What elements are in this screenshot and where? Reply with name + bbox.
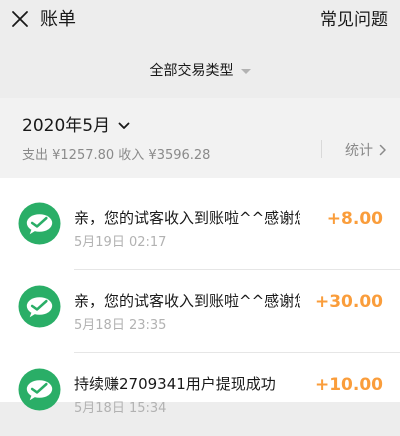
month-totals: 支出 ¥1257.80 收入 ¥3596.28 [22, 148, 211, 163]
divider [74, 269, 400, 270]
stats-button[interactable]: 统计 [345, 140, 387, 160]
month-label: 2020年5月 [22, 116, 111, 136]
transaction-amount: +8.00 [326, 209, 383, 229]
chevron-right-icon [379, 144, 386, 156]
chevron-down-icon [118, 122, 130, 129]
wechat-pay-icon [18, 368, 61, 411]
top-bar: 账单 常见问题 [0, 0, 400, 42]
transaction-title: 亲，您的试客收入到账啦^^感谢您的支持 [74, 292, 300, 310]
month-picker[interactable]: 2020年5月 [22, 115, 130, 137]
transaction-type-label: 全部交易类型 [149, 63, 234, 79]
transaction-amount: +30.00 [314, 292, 383, 312]
close-icon[interactable] [10, 9, 30, 29]
transaction-type-filter: 全部交易类型 [0, 56, 400, 84]
divider [74, 352, 400, 353]
transaction-row[interactable]: 亲，您的试客收入到账啦^^感谢您的支持 5月18日 23:35 +30.00 [0, 271, 400, 353]
wechat-pay-icon [18, 285, 61, 328]
month-summary: 2020年5月 支出 ¥1257.80 收入 ¥3596.28 统计 [0, 98, 400, 178]
transaction-time: 5月19日 02:17 [74, 235, 167, 250]
transaction-amount: +10.00 [314, 375, 383, 395]
caret-down-icon [240, 68, 251, 74]
transaction-time: 5月18日 15:34 [74, 401, 167, 416]
page-title: 账单 [40, 9, 76, 30]
wechat-pay-icon [18, 202, 61, 245]
transaction-title: 亲，您的试客收入到账啦^^感谢您的支持 [74, 209, 300, 227]
transaction-title: 持续赚2709341用户提现成功 [74, 375, 276, 393]
transaction-row[interactable]: 亲，您的试客收入到账啦^^感谢您的支持 5月19日 02:17 +8.00 [0, 188, 400, 270]
transaction-list: 亲，您的试客收入到账啦^^感谢您的支持 5月19日 02:17 +8.00 亲，… [0, 178, 400, 416]
transaction-row[interactable]: 持续赚2709341用户提现成功 5月18日 15:34 +10.00 [0, 354, 400, 436]
transaction-time: 5月18日 23:35 [74, 318, 167, 333]
faq-link[interactable]: 常见问题 [320, 8, 388, 32]
stats-label: 统计 [345, 143, 373, 159]
transaction-type-dropdown[interactable]: 全部交易类型 [150, 60, 251, 80]
divider [321, 140, 322, 158]
